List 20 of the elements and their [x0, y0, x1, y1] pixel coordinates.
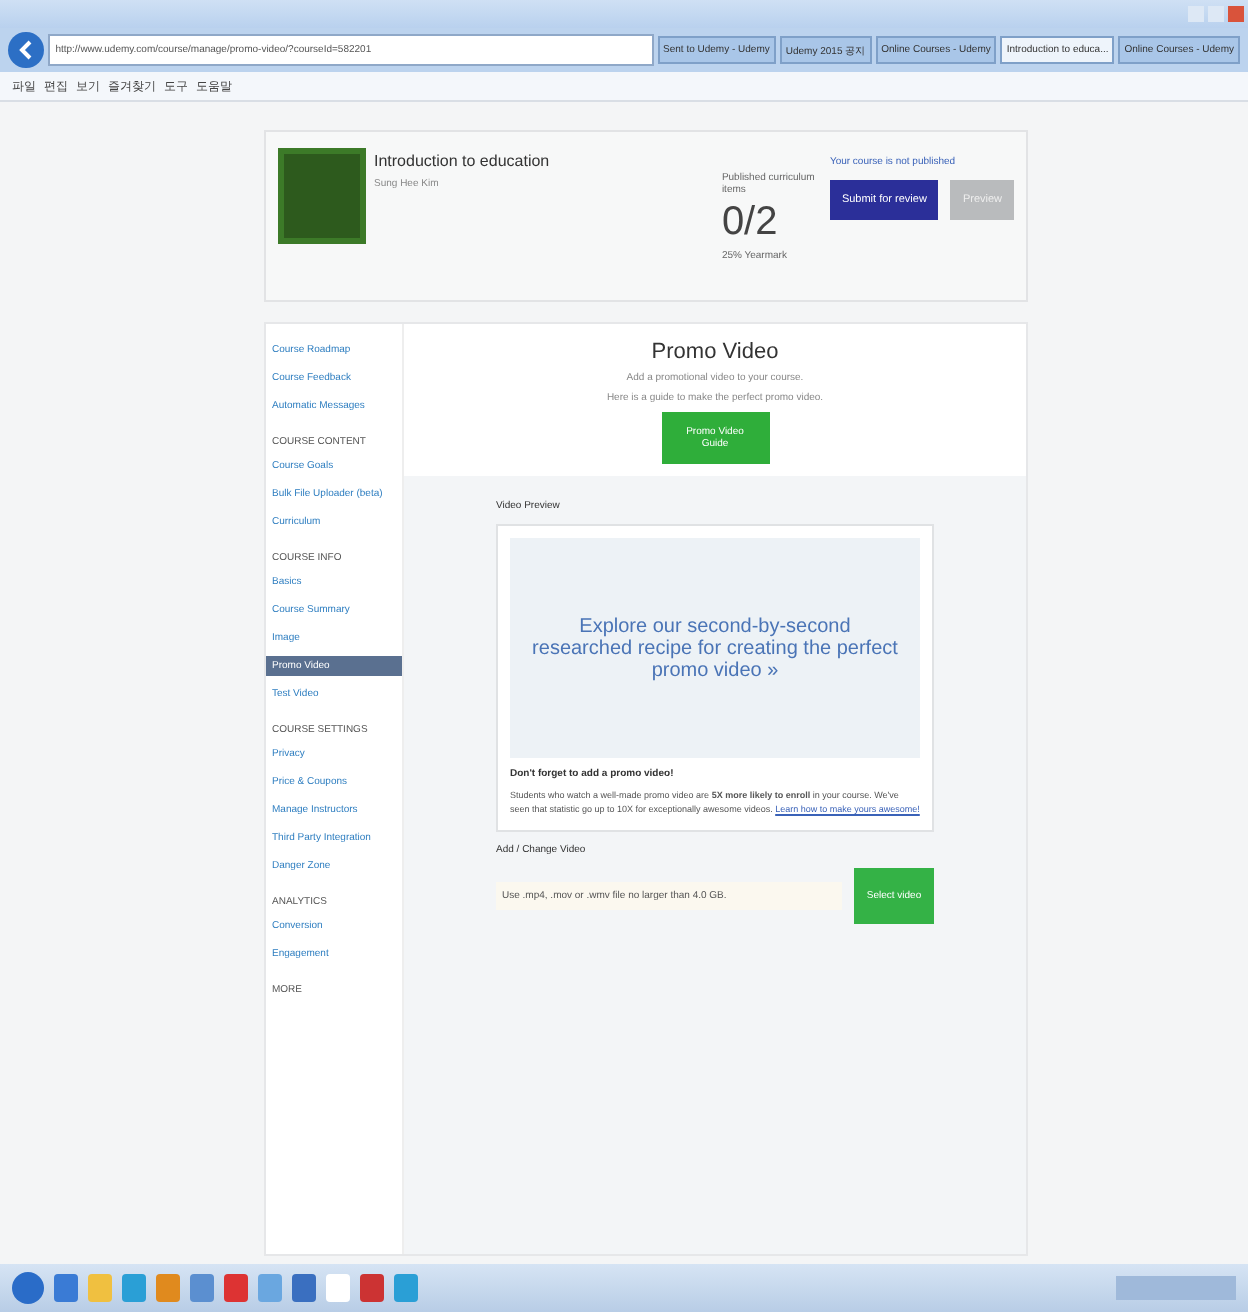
- course-thumbnail: [278, 148, 366, 244]
- taskbar-app-icon[interactable]: [156, 1274, 180, 1302]
- taskbar-app-icon[interactable]: [54, 1274, 78, 1302]
- promo-recipe-link[interactable]: Explore our second-by-second researched recipe for creating the perfect promo video »: [510, 538, 920, 758]
- window-controls-icon[interactable]: [1188, 6, 1244, 22]
- item-count: 0/2: [721, 199, 780, 245]
- taskbar-app-icon[interactable]: [190, 1274, 214, 1302]
- taskbar-app-icon[interactable]: [360, 1274, 384, 1302]
- course-title: Introduction to education: [374, 152, 552, 170]
- taskbar-app-icon[interactable]: [88, 1274, 112, 1302]
- section-title: Promo Video: [651, 340, 779, 364]
- taskbar-app-icon[interactable]: [292, 1274, 316, 1302]
- taskbar-app-icon[interactable]: [258, 1274, 282, 1302]
- start-icon[interactable]: [12, 1272, 44, 1304]
- taskbar-app-icon[interactable]: [326, 1274, 350, 1302]
- system-tray-icon[interactable]: [1116, 1276, 1236, 1300]
- back-button[interactable]: [8, 32, 44, 68]
- taskbar-app-icon[interactable]: [224, 1274, 248, 1302]
- taskbar-app-icon[interactable]: [122, 1274, 146, 1302]
- taskbar-app-icon[interactable]: [394, 1274, 418, 1302]
